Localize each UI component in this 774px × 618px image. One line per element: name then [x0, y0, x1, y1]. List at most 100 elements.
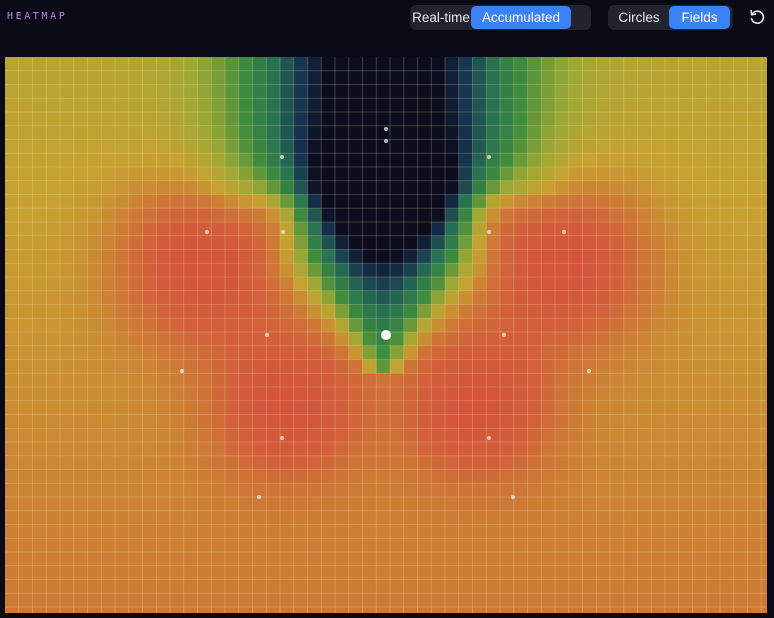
heat-cell — [101, 304, 116, 319]
heat-cell — [527, 428, 542, 443]
heat-cell — [720, 70, 735, 86]
heat-cell — [238, 607, 254, 613]
heat-cell — [623, 552, 639, 567]
heat-cell — [706, 359, 721, 374]
heat-cell — [211, 579, 226, 594]
heat-cell — [307, 194, 322, 209]
reset-button[interactable] — [748, 8, 766, 26]
heat-cell — [651, 428, 666, 443]
heat-cell — [568, 469, 584, 484]
heat-cell — [651, 552, 666, 567]
heat-cell — [101, 373, 116, 388]
heat-cell — [403, 373, 419, 388]
heat-cell — [293, 180, 309, 196]
sensor-dot — [561, 229, 567, 235]
heat-cell — [568, 607, 584, 613]
heat-cell — [720, 194, 735, 209]
heat-cell — [623, 442, 639, 457]
heat-cell — [651, 387, 666, 402]
heat-cell — [733, 139, 749, 154]
heat-cell — [307, 524, 322, 539]
realtime-option[interactable]: Real-time — [411, 6, 471, 29]
heat-cell — [238, 428, 254, 443]
center-emitter[interactable] — [381, 330, 391, 340]
heat-cell — [417, 222, 432, 237]
heat-cell — [610, 318, 625, 333]
heat-cell — [458, 194, 474, 209]
heat-cell — [362, 359, 377, 374]
heat-cell — [101, 524, 116, 539]
heat-cell — [142, 400, 157, 416]
heat-cell — [706, 552, 721, 567]
heat-cell — [101, 469, 116, 484]
heat-cell — [60, 593, 75, 608]
heat-cell — [197, 249, 212, 264]
heat-cell — [18, 593, 34, 608]
heat-cell — [706, 345, 721, 361]
heat-cell — [623, 290, 639, 306]
heat-cell — [458, 469, 474, 484]
heat-cell — [417, 579, 432, 594]
heat-cell — [115, 428, 130, 443]
heat-cell — [678, 400, 694, 416]
heat-cell — [73, 57, 89, 72]
sensor-dot — [486, 229, 492, 235]
heat-cell — [747, 277, 762, 292]
heat-cell — [211, 194, 226, 209]
heat-cell — [747, 400, 762, 416]
heat-cell — [266, 290, 281, 306]
heat-cell — [445, 524, 460, 539]
heat-cell — [733, 510, 749, 526]
heat-cell — [651, 359, 666, 374]
circles-option[interactable]: Circles — [609, 6, 669, 29]
heat-cell — [225, 565, 240, 581]
heat-cell — [458, 249, 474, 264]
heat-cell — [747, 387, 762, 402]
heat-cell — [761, 318, 767, 333]
heat-cell — [761, 125, 767, 141]
heat-cell — [472, 607, 487, 613]
heat-cell — [445, 373, 460, 388]
heat-cell — [747, 483, 762, 498]
heat-cell — [376, 497, 391, 512]
heat-cell — [87, 318, 102, 333]
heat-cell — [362, 194, 377, 209]
heat-cell — [211, 180, 226, 196]
sensor-dot — [179, 368, 185, 374]
heat-cell — [362, 400, 377, 416]
heat-cell — [541, 497, 556, 512]
accumulated-option[interactable]: Accumulated — [471, 6, 571, 29]
heat-cell — [101, 125, 116, 141]
heat-cell — [513, 112, 529, 127]
heat-cell — [445, 180, 460, 196]
heat-cell — [596, 263, 611, 278]
heat-cell — [211, 125, 226, 141]
heat-cell — [5, 290, 20, 306]
heat-cell — [720, 538, 735, 553]
heatmap-field[interactable] — [5, 57, 767, 613]
heat-cell — [46, 112, 61, 127]
heat-cell — [115, 304, 130, 319]
heat-cell — [665, 455, 680, 471]
heat-cell — [637, 277, 652, 292]
heat-cell — [747, 373, 762, 388]
heat-cell — [5, 593, 20, 608]
heat-cell — [651, 538, 666, 553]
heat-cell — [445, 387, 460, 402]
heat-cell — [87, 57, 102, 72]
heat-cell — [665, 84, 680, 99]
heat-cell — [733, 579, 749, 594]
heat-cell — [527, 222, 542, 237]
fields-option[interactable]: Fields — [669, 6, 730, 29]
heat-cell — [555, 125, 570, 141]
heat-cell — [115, 332, 130, 347]
heat-cell — [651, 469, 666, 484]
heat-cell — [101, 387, 116, 402]
heat-cell — [128, 70, 144, 86]
heat-cell — [596, 442, 611, 457]
heat-cell — [541, 593, 556, 608]
heat-cell — [486, 359, 501, 374]
heat-cell — [170, 318, 185, 333]
heat-cell — [115, 497, 130, 512]
heat-cell — [5, 524, 20, 539]
